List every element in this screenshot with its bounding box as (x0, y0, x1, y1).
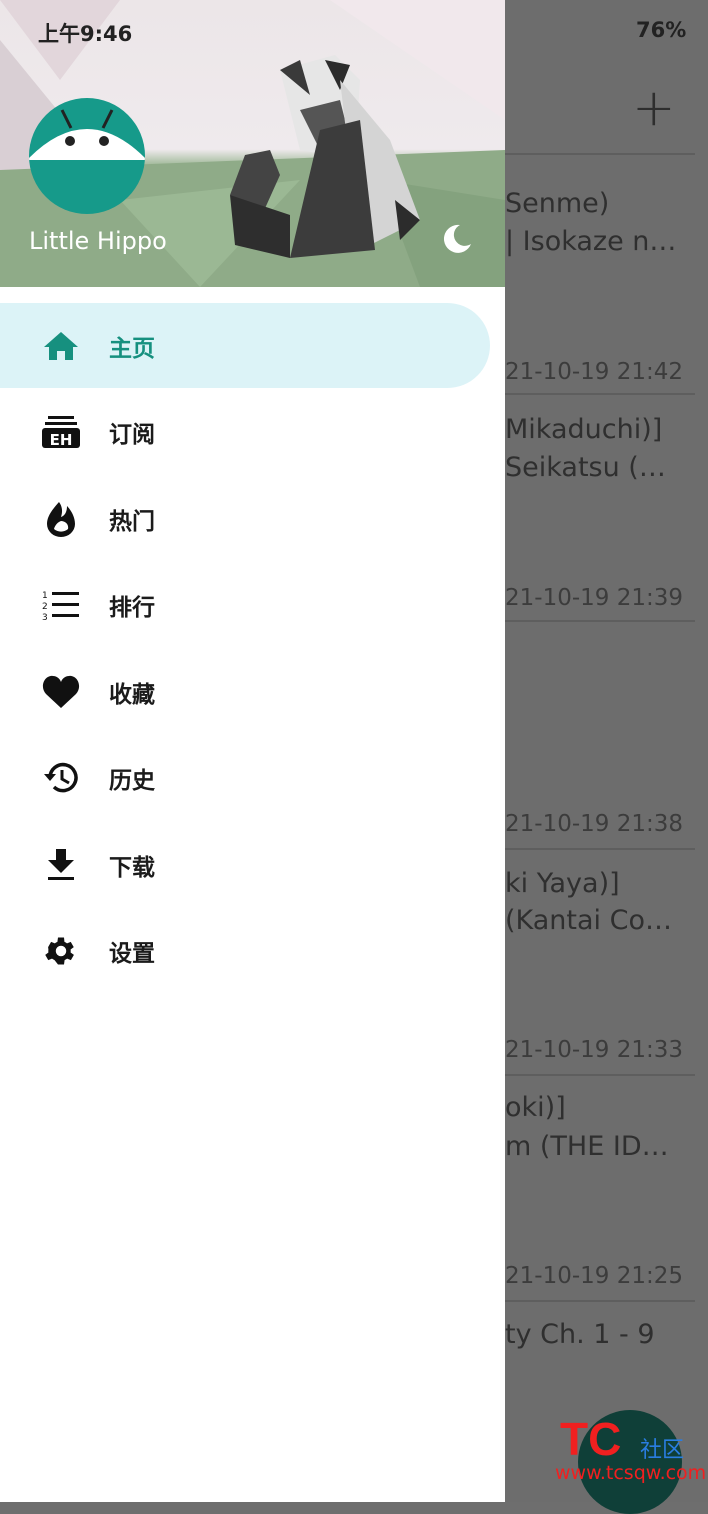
item-title: ki Yaya)] (505, 868, 620, 899)
history-icon (41, 758, 81, 798)
svg-text:3: 3 (42, 613, 48, 621)
item-title: Senme) (505, 188, 610, 219)
drawer-item-settings[interactable]: 设置 (0, 908, 490, 993)
item-title: ty Ch. 1 - 9 (505, 1319, 655, 1350)
drawer-item-home[interactable]: 主页 (0, 303, 490, 388)
drawer-item-history[interactable]: 历史 (0, 735, 490, 820)
drawer-item-label: 订阅 (109, 421, 155, 448)
item-date: 21-10-19 21:25 (505, 1263, 683, 1289)
drawer-header: 上午9:46 Little Hippo (0, 0, 505, 287)
fire-icon (41, 499, 81, 539)
watermark-logo: TC (560, 1413, 622, 1465)
drawer-item-label: 历史 (109, 767, 155, 794)
user-name: Little Hippo (29, 227, 167, 255)
item-title: oki)] (505, 1092, 566, 1123)
home-icon (41, 326, 81, 366)
drawer-item-favorites[interactable]: 收藏 (0, 649, 490, 734)
item-title: Seikatsu (… (505, 452, 666, 483)
drawer-item-label: 设置 (109, 940, 155, 967)
divider (505, 1300, 695, 1302)
item-date: 21-10-19 21:33 (505, 1037, 683, 1063)
item-date: 21-10-19 21:38 (505, 811, 683, 837)
night-mode-icon[interactable] (440, 222, 474, 256)
divider (505, 393, 695, 395)
drawer-item-downloads[interactable]: 下载 (0, 822, 490, 907)
add-button[interactable]: + (632, 82, 676, 134)
item-date: 21-10-19 21:42 (505, 359, 683, 385)
item-title: m (THE ID… (505, 1131, 669, 1162)
gear-icon (41, 931, 81, 971)
heart-icon (41, 672, 81, 712)
divider (505, 848, 695, 850)
drawer-item-label: 热门 (109, 508, 155, 535)
divider (505, 1074, 695, 1076)
drawer-item-popular[interactable]: 热门 (0, 476, 490, 561)
status-time: 上午9:46 (38, 22, 133, 46)
android-avatar-icon (29, 109, 145, 160)
watermark-suffix: 社区 (640, 1438, 685, 1463)
battery-level: 76% (636, 18, 687, 42)
svg-text:1: 1 (42, 591, 48, 601)
watermark-url: www.tcsqw.com (555, 1462, 707, 1484)
drawer-item-ranking[interactable]: 123 排行 (0, 562, 490, 647)
item-title: (Kantai Co… (505, 905, 673, 936)
item-date: 21-10-19 21:39 (505, 585, 683, 611)
divider (505, 620, 695, 622)
download-icon (41, 845, 81, 885)
drawer-item-label: 下载 (109, 854, 155, 881)
eh-subscription-icon: EH (41, 412, 81, 452)
item-title: Mikaduchi)] (505, 414, 663, 445)
item-title: | Isokaze n… (505, 226, 677, 257)
drawer-item-subscription[interactable]: EH 订阅 (0, 389, 490, 474)
svg-text:EH: EH (50, 431, 73, 449)
divider (505, 153, 695, 155)
drawer-item-label: 收藏 (109, 681, 155, 708)
ranking-list-icon: 123 (41, 585, 81, 625)
svg-text:2: 2 (42, 602, 48, 612)
navigation-drawer: 上午9:46 Little Hippo 主页 EH 订阅 热门 123 排行 收… (0, 0, 505, 1502)
drawer-item-label: 主页 (109, 335, 155, 362)
avatar[interactable] (29, 98, 145, 214)
drawer-item-label: 排行 (109, 594, 155, 621)
